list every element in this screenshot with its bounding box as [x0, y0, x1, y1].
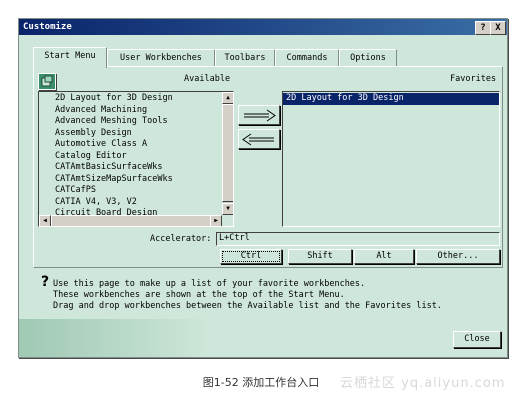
list-item[interactable]: Advanced Meshing Tools: [39, 116, 233, 128]
bottom-band: [19, 319, 507, 357]
arrow-right-icon: [244, 109, 276, 122]
info-line: Use this page to make up a list of your …: [53, 279, 366, 289]
add-to-favorites-button[interactable]: [238, 105, 280, 125]
close-button[interactable]: Close: [453, 331, 501, 348]
scroll-thumb[interactable]: [222, 104, 233, 202]
available-label: Available: [184, 74, 231, 84]
other-button[interactable]: Other...: [416, 249, 500, 264]
tab-commands[interactable]: Commands: [275, 49, 339, 67]
info-line: These workbenches are shown at the top o…: [53, 290, 345, 300]
scroll-left-icon[interactable]: ◀: [39, 215, 51, 226]
hscroll-thumb[interactable]: [51, 215, 211, 226]
list-item[interactable]: Advanced Machining: [39, 105, 233, 117]
list-item[interactable]: 2D Layout for 3D Design: [283, 93, 499, 105]
info-line: Drag and drop workbenches between the Av…: [53, 301, 442, 311]
list-item[interactable]: 2D Layout for 3D Design: [39, 93, 233, 105]
favorites-list[interactable]: 2D Layout for 3D Design: [282, 91, 500, 227]
question-mark-icon: ?: [41, 274, 50, 290]
list-item[interactable]: CATIA V4, V3, V2: [39, 197, 233, 209]
arrow-left-icon: [242, 133, 274, 146]
tab-toolbars[interactable]: Toolbars: [215, 49, 275, 67]
watermark: 云栖社区 yq.aliyun.com: [340, 376, 506, 391]
start-menu-panel: Available Favorites 2D Layout for 3D Des…: [33, 66, 503, 268]
vertical-scrollbar[interactable]: ▲ ▼: [222, 92, 233, 215]
shift-button[interactable]: Shift: [288, 249, 352, 264]
list-item[interactable]: Automotive Class A: [39, 139, 233, 151]
tab-start-menu[interactable]: Start Menu: [33, 47, 107, 68]
window-title: Customize: [23, 22, 72, 32]
scroll-down-icon[interactable]: ▼: [222, 203, 233, 215]
accelerator-input[interactable]: L+Ctrl: [216, 232, 500, 246]
customize-dialog: Customize ? X Start Menu User Workbenche…: [18, 18, 508, 358]
tab-options[interactable]: Options: [339, 49, 397, 67]
alt-button[interactable]: Alt: [354, 249, 414, 264]
close-window-button[interactable]: X: [490, 21, 506, 35]
list-item[interactable]: CATAmtSizeMapSurfaceWks: [39, 174, 233, 186]
info-area: ? Use this page to make up a list of you…: [33, 275, 499, 319]
list-item[interactable]: CATAmtBasicSurfaceWks: [39, 162, 233, 174]
remove-from-favorites-button[interactable]: [238, 129, 280, 149]
ctrl-button[interactable]: Ctrl: [220, 249, 282, 264]
available-list[interactable]: 2D Layout for 3D Design Advanced Machini…: [38, 91, 234, 227]
workbench-icon: [38, 73, 56, 90]
list-item[interactable]: CATCafPS: [39, 185, 233, 197]
help-button[interactable]: ?: [475, 21, 491, 35]
favorites-label: Favorites: [450, 74, 497, 84]
scroll-right-icon[interactable]: ▶: [210, 215, 222, 226]
tab-user-workbenches[interactable]: User Workbenches: [107, 49, 215, 67]
title-bar: Customize ? X: [19, 19, 507, 35]
scroll-up-icon[interactable]: ▲: [222, 92, 233, 104]
horizontal-scrollbar[interactable]: ◀ ▶: [39, 215, 222, 226]
accelerator-label: Accelerator:: [150, 234, 212, 244]
list-item[interactable]: Assembly Design: [39, 128, 233, 140]
list-item[interactable]: Catalog Editor: [39, 151, 233, 163]
